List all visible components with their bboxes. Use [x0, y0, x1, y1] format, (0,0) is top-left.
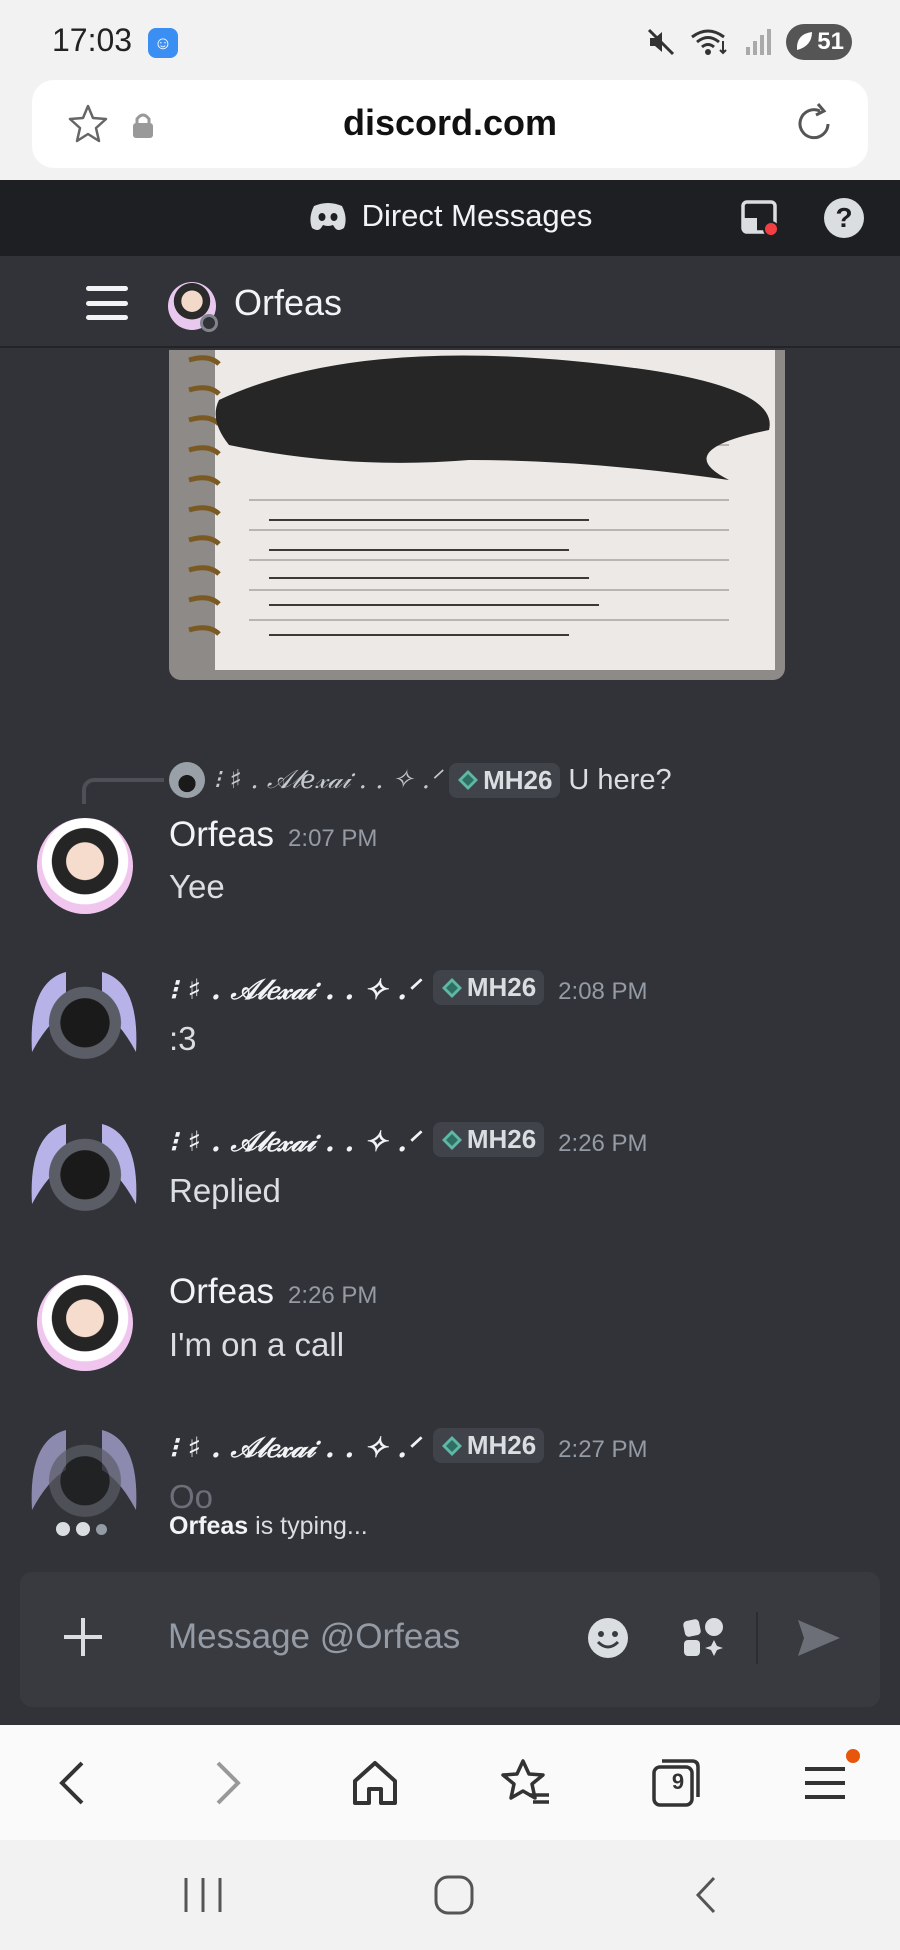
battery-icon: 51	[786, 24, 852, 60]
server-tag: MH26	[432, 1428, 545, 1463]
channel-header: Orfeas	[0, 256, 900, 348]
avatar[interactable]	[37, 818, 133, 914]
reply-author[interactable]: ⁝ ♯ . 𝒜𝓁𝑒𝓍𝒶𝒾 . . ✧ .ᐟ	[213, 765, 441, 796]
emoji-icon[interactable]	[586, 1616, 630, 1660]
message-text: Yee	[169, 868, 225, 905]
app-notification-icon: ☺	[148, 28, 178, 58]
reply-avatar	[169, 762, 205, 798]
recent-apps-icon[interactable]	[180, 1872, 226, 1918]
wifi-icon	[691, 29, 727, 55]
dm-header-title: Direct Messages	[361, 198, 593, 233]
status-time: 17:03	[52, 22, 133, 58]
home-icon[interactable]	[431, 1872, 477, 1918]
reply-preview[interactable]: ⁝ ♯ . 𝒜𝓁𝑒𝓍𝒶𝒾 . . ✧ .ᐟ MH26 U here?	[169, 762, 672, 798]
server-tag-label: MH26	[466, 1124, 537, 1154]
inbox-icon[interactable]	[740, 198, 780, 238]
tabs-count: 9	[671, 1769, 685, 1794]
server-tag-label: MH26	[483, 764, 553, 795]
message-header: ⁝ ♯ . 𝒜𝓁𝑒𝓍𝒶𝒾 . . ✧ .ᐟ MH26 2:27 PM	[169, 1428, 648, 1465]
typing-indicator: Orfeas is typing...	[169, 1512, 368, 1541]
mute-icon	[647, 28, 675, 56]
home-icon[interactable]	[347, 1755, 403, 1811]
url-text[interactable]: discord.com	[32, 102, 868, 144]
offline-status-dot	[200, 314, 218, 332]
message-composer	[20, 1572, 880, 1707]
message-header: Orfeas 2:07 PM	[169, 815, 377, 855]
message-timestamp: 2:26 PM	[288, 1282, 378, 1309]
status-bar: 17:03 ☺ 51	[0, 0, 900, 80]
message-author[interactable]: Orfeas	[169, 815, 274, 855]
reload-icon[interactable]	[790, 100, 838, 148]
reply-connector	[82, 778, 164, 804]
message-text: Replied	[169, 1172, 281, 1209]
message-author[interactable]: ⁝ ♯ . 𝒜𝓁𝑒𝓍𝒶𝒾 . . ✧ .ᐟ	[169, 1125, 419, 1159]
server-tag: MH26	[432, 970, 545, 1005]
composer-divider	[756, 1612, 758, 1664]
menu-icon[interactable]	[797, 1755, 853, 1811]
send-icon[interactable]	[794, 1616, 842, 1660]
bookmarks-icon[interactable]	[497, 1755, 553, 1811]
avatar[interactable]	[37, 1122, 133, 1218]
message-timestamp: 2:26 PM	[558, 1129, 648, 1157]
typing-dots-icon	[56, 1522, 107, 1536]
reply-text: U here?	[568, 763, 672, 796]
back-icon[interactable]	[46, 1755, 102, 1811]
message-header: ⁝ ♯ . 𝒜𝓁𝑒𝓍𝒶𝒾 . . ✧ .ᐟ MH26 2:08 PM	[169, 970, 648, 1007]
plus-icon[interactable]	[60, 1614, 106, 1660]
gem-icon	[441, 1435, 462, 1456]
message-header: ⁝ ♯ . 𝒜𝓁𝑒𝓍𝒶𝒾 . . ✧ .ᐟ MH26 2:26 PM	[169, 1122, 648, 1159]
message-author[interactable]: ⁝ ♯ . 𝒜𝓁𝑒𝓍𝒶𝒾 . . ✧ .ᐟ	[169, 1431, 419, 1465]
gem-icon	[441, 1129, 462, 1150]
server-tag: MH26	[449, 762, 561, 798]
browser-url-area: discord.com	[0, 80, 900, 180]
hamburger-icon[interactable]	[86, 286, 128, 320]
power-saving-icon	[796, 32, 812, 50]
back-icon[interactable]	[684, 1872, 730, 1918]
forward-icon[interactable]	[198, 1755, 254, 1811]
channel-name[interactable]: Orfeas	[234, 282, 342, 324]
browser-toolbar: 9	[0, 1725, 900, 1840]
status-icons: 51	[646, 24, 852, 60]
dm-header: Direct Messages ?	[0, 180, 900, 256]
discord-app: Direct Messages ? Orfeas ⁝ ♯ . 𝒜𝓁𝑒𝓍𝒶𝒾 . …	[0, 180, 900, 1725]
gem-icon	[458, 770, 479, 790]
discord-logo-icon	[309, 203, 346, 230]
message-author[interactable]: ⁝ ♯ . 𝒜𝓁𝑒𝓍𝒶𝒾 . . ✧ .ᐟ	[169, 973, 419, 1007]
signal-icon	[746, 29, 771, 55]
message-text: Oo	[169, 1478, 214, 1515]
avatar[interactable]	[37, 1275, 133, 1371]
message-input[interactable]	[168, 1612, 548, 1662]
typing-user: Orfeas	[169, 1512, 249, 1540]
message-text: I'm on a call	[169, 1326, 345, 1363]
server-tag: MH26	[432, 1122, 545, 1157]
message-timestamp: 2:08 PM	[558, 977, 648, 1005]
apps-icon[interactable]	[680, 1614, 726, 1660]
message-header: Orfeas 2:26 PM	[169, 1272, 377, 1312]
typing-suffix: is typing...	[248, 1512, 368, 1540]
avatar[interactable]	[37, 1428, 133, 1524]
notification-dot	[846, 1749, 860, 1763]
server-tag-label: MH26	[466, 972, 537, 1002]
gem-icon	[441, 977, 462, 998]
message-text: :3	[169, 1020, 197, 1057]
system-navigation-bar	[0, 1840, 900, 1950]
message-list[interactable]: ⁝ ♯ . 𝒜𝓁𝑒𝓍𝒶𝒾 . . ✧ .ᐟ MH26 U here? Orfea…	[0, 350, 900, 1632]
server-tag-label: MH26	[466, 1430, 537, 1460]
image-attachment[interactable]	[169, 350, 785, 680]
help-icon[interactable]: ?	[824, 198, 864, 238]
message-timestamp: 2:07 PM	[288, 825, 378, 852]
battery-level: 51	[817, 28, 844, 55]
avatar[interactable]	[37, 970, 133, 1066]
message-timestamp: 2:27 PM	[558, 1435, 648, 1463]
address-bar[interactable]: discord.com	[32, 80, 868, 168]
message-author[interactable]: Orfeas	[169, 1272, 274, 1312]
